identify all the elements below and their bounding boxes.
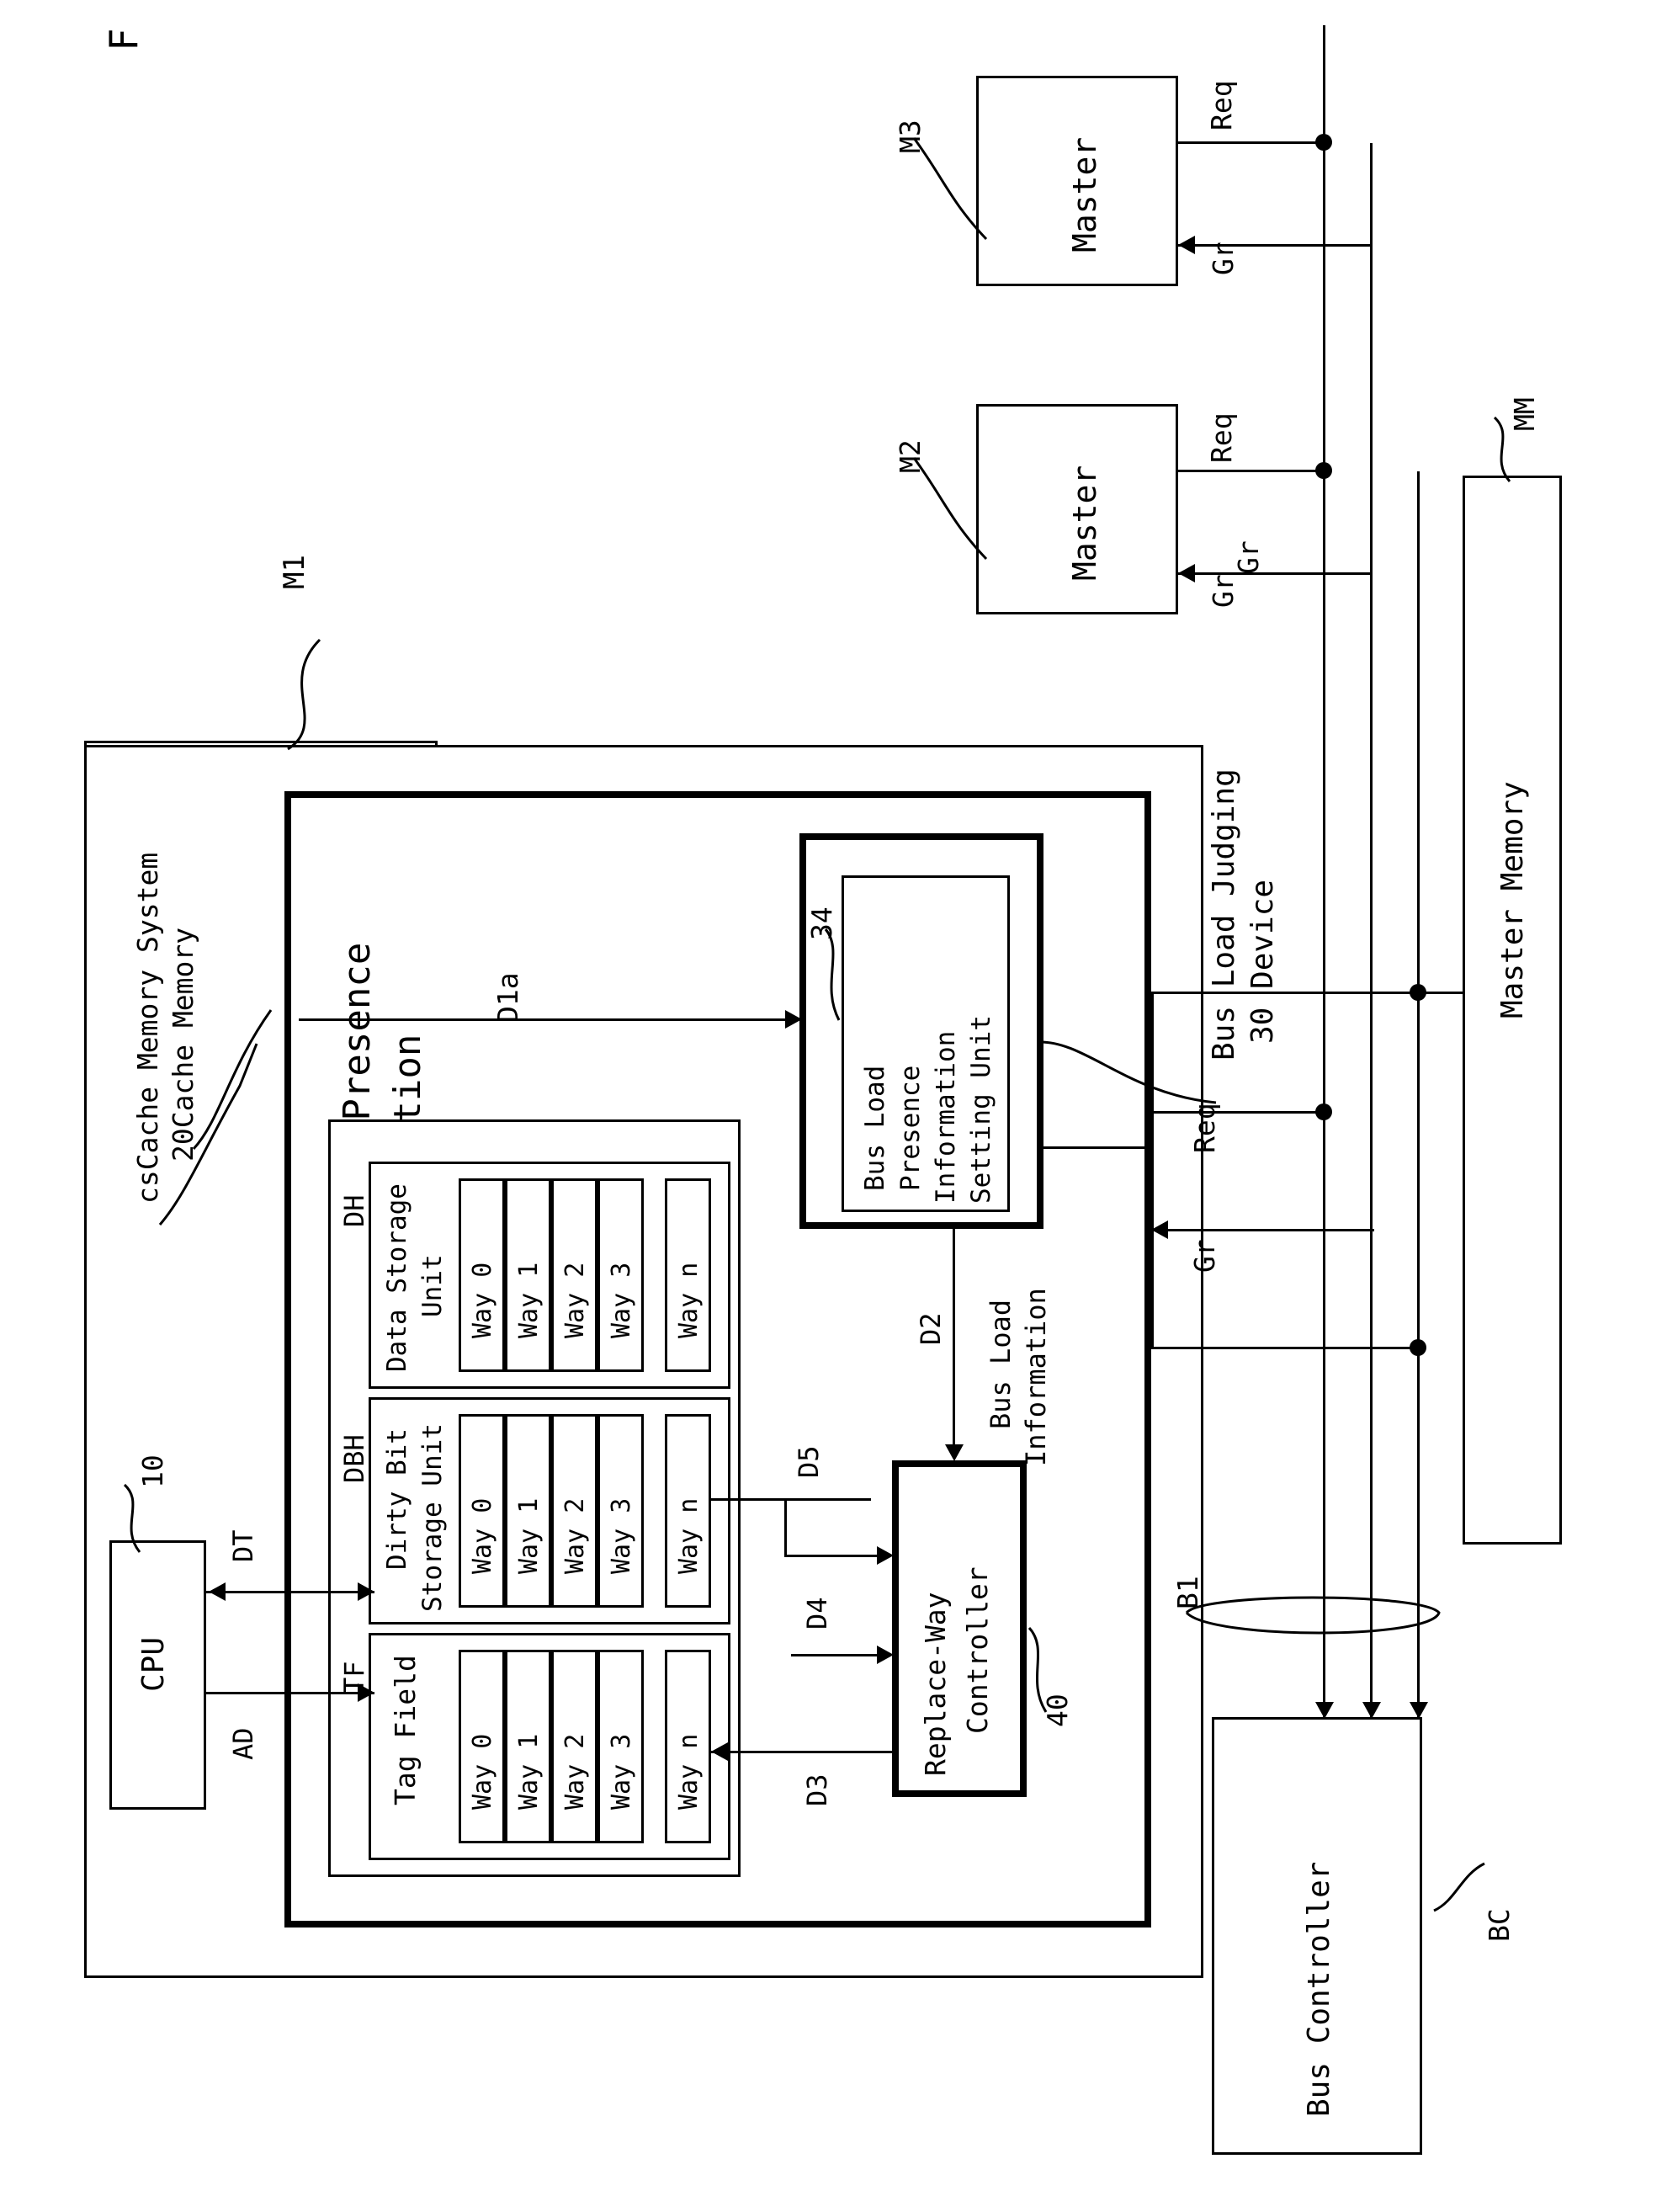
bus-controller-ref-leader <box>1433 1862 1485 1912</box>
m3-gr-riser <box>1370 143 1373 246</box>
way-cell-label: Way 3 <box>607 1262 636 1338</box>
figure-title-text: F I G . 2 <box>101 0 146 51</box>
junction-dot-m3-req <box>1315 134 1332 151</box>
dt-arrow-right <box>358 1582 374 1601</box>
master2-label: Master <box>1066 465 1103 581</box>
bus-load-judging-device-label-1: Bus Load Judging <box>1207 768 1241 1061</box>
figure-canvas: F I G . 2 M1 csCache Memory System 20Cac… <box>0 0 1678 2212</box>
cpu-ref-leader <box>123 1483 141 1553</box>
junction-dot-cache-data <box>1410 1339 1426 1356</box>
m2-gr-arrowhead <box>1178 564 1195 582</box>
dirty-bit-label-1: Dirty Bit <box>382 1428 412 1570</box>
bus-line-data-trunk <box>1417 471 1420 1717</box>
way-cell-label: Way 1 <box>514 1733 544 1810</box>
d1a-line <box>299 1018 787 1021</box>
cache-gr-arrowhead <box>1151 1220 1168 1239</box>
cache-data-branch <box>1151 992 1420 994</box>
way-cell-label: Way 1 <box>514 1497 544 1574</box>
bus-load-information-label-2: Information <box>1020 1288 1052 1466</box>
d3-signal-label: D3 <box>801 1773 833 1806</box>
bus-top-stub <box>1323 25 1325 42</box>
bus-line-req-trunk <box>1323 25 1325 1717</box>
ad-signal-label: AD <box>227 1727 259 1760</box>
setting-unit-label-line3: Information <box>931 1030 961 1204</box>
setting-unit-label-line2: Presence <box>895 1065 926 1191</box>
dh-ref-label: DH <box>338 1194 370 1227</box>
bus-controller-label: Bus Controller <box>1302 1861 1336 2117</box>
master-memory-label: Master Memory <box>1495 781 1530 1018</box>
setting-unit-ref-leader <box>824 928 841 1021</box>
master2-gr-label: Gr <box>1207 574 1240 608</box>
cache-data-branch-2 <box>1151 1347 1420 1349</box>
d5-arrowhead <box>877 1546 894 1565</box>
way-cell-label: Way n <box>674 1733 704 1810</box>
master3-gr-label: Gr <box>1207 242 1240 275</box>
bus-load-judging-device-label-2: 30 Device <box>1245 879 1280 1044</box>
junction-dot-cache-req <box>1315 1103 1332 1120</box>
dt-signal-label: DT <box>227 1529 259 1562</box>
d3-arrowhead <box>711 1742 728 1761</box>
d4-signal-label: D4 <box>801 1597 833 1630</box>
ad-line <box>206 1692 374 1694</box>
cache-memory-leader <box>192 1009 273 1151</box>
cpu-label: CPU <box>136 1636 171 1692</box>
bus-load-information-label-1: Bus Load <box>985 1299 1017 1429</box>
way-cell-label: Way 0 <box>468 1262 497 1338</box>
cache-gr-branch <box>1151 1229 1374 1231</box>
replace-way-controller-label-2: Controller <box>961 1566 994 1734</box>
m2-req-branch <box>1176 470 1325 472</box>
d5-line2 <box>784 1555 885 1557</box>
master3-label: Master <box>1066 136 1103 253</box>
way-cell-label: Way 3 <box>607 1497 636 1574</box>
cache-req-branch <box>1151 1111 1328 1114</box>
req-label-cache: Req <box>1188 1103 1221 1153</box>
master3-ref-leader <box>912 137 988 241</box>
d2-arrowhead <box>945 1444 964 1461</box>
dirty-bit-label-2: Storage Unit <box>417 1423 448 1612</box>
d4-arrowhead <box>877 1646 894 1664</box>
d1a-signal-label: D1a <box>491 972 524 1023</box>
way-cell-label: Way 0 <box>468 1497 497 1574</box>
m3-gr-branch <box>1178 244 1372 247</box>
junction-dot-m2-req <box>1315 462 1332 479</box>
d2-signal-label: D2 <box>915 1312 947 1345</box>
bus-line-gr-trunk <box>1370 143 1373 1717</box>
master-memory-ref-leader <box>1493 416 1511 482</box>
d3-line <box>711 1751 892 1753</box>
setting-unit-feed <box>1043 1146 1153 1149</box>
dt-arrow-left <box>209 1582 226 1601</box>
tag-field-label: Tag Field <box>389 1655 422 1805</box>
way-cell-label: Way n <box>674 1497 704 1574</box>
b1-bundle-arc <box>1185 1596 1441 1635</box>
cache-edge-stub-data <box>1151 992 1154 1347</box>
bus-arrow-c <box>1410 1702 1428 1719</box>
way-cell-label: Way 2 <box>560 1733 590 1810</box>
way-cell-label: Way 0 <box>468 1733 497 1810</box>
master2-ref-leader <box>912 457 988 561</box>
dbh-ref-label: DBH <box>338 1434 370 1483</box>
replace-way-controller-ref-leader <box>1028 1626 1048 1713</box>
way-cell-label: Way 2 <box>560 1497 590 1574</box>
d5-signal-label: D5 <box>793 1445 825 1478</box>
data-storage-unit-label-2: Unit <box>417 1254 448 1317</box>
way-cell-label: Way n <box>674 1262 704 1338</box>
m3-req-branch <box>1176 141 1325 144</box>
bus-arrow-a <box>1315 1702 1334 1719</box>
data-storage-unit-label-1: Data Storage <box>382 1183 412 1372</box>
ad-arrowhead <box>358 1683 374 1702</box>
m2-gr-branch <box>1178 572 1372 575</box>
m1-ref-label: M1 <box>278 555 311 589</box>
master2-req-label: Req <box>1205 412 1238 463</box>
bus-arrow-b <box>1362 1702 1381 1719</box>
replace-way-controller-label-1: Replace-Way <box>919 1592 952 1776</box>
gr-label-cache: Gr <box>1188 1239 1221 1273</box>
way-cell-label: Way 3 <box>607 1733 636 1810</box>
d5-line-v <box>784 1498 787 1557</box>
m3-gr-arrowhead <box>1178 236 1195 254</box>
way-cell-label: Way 1 <box>514 1262 544 1338</box>
way-cell-label: Way 2 <box>560 1262 590 1338</box>
setting-unit-label-line4: Setting Unit <box>966 1015 996 1204</box>
